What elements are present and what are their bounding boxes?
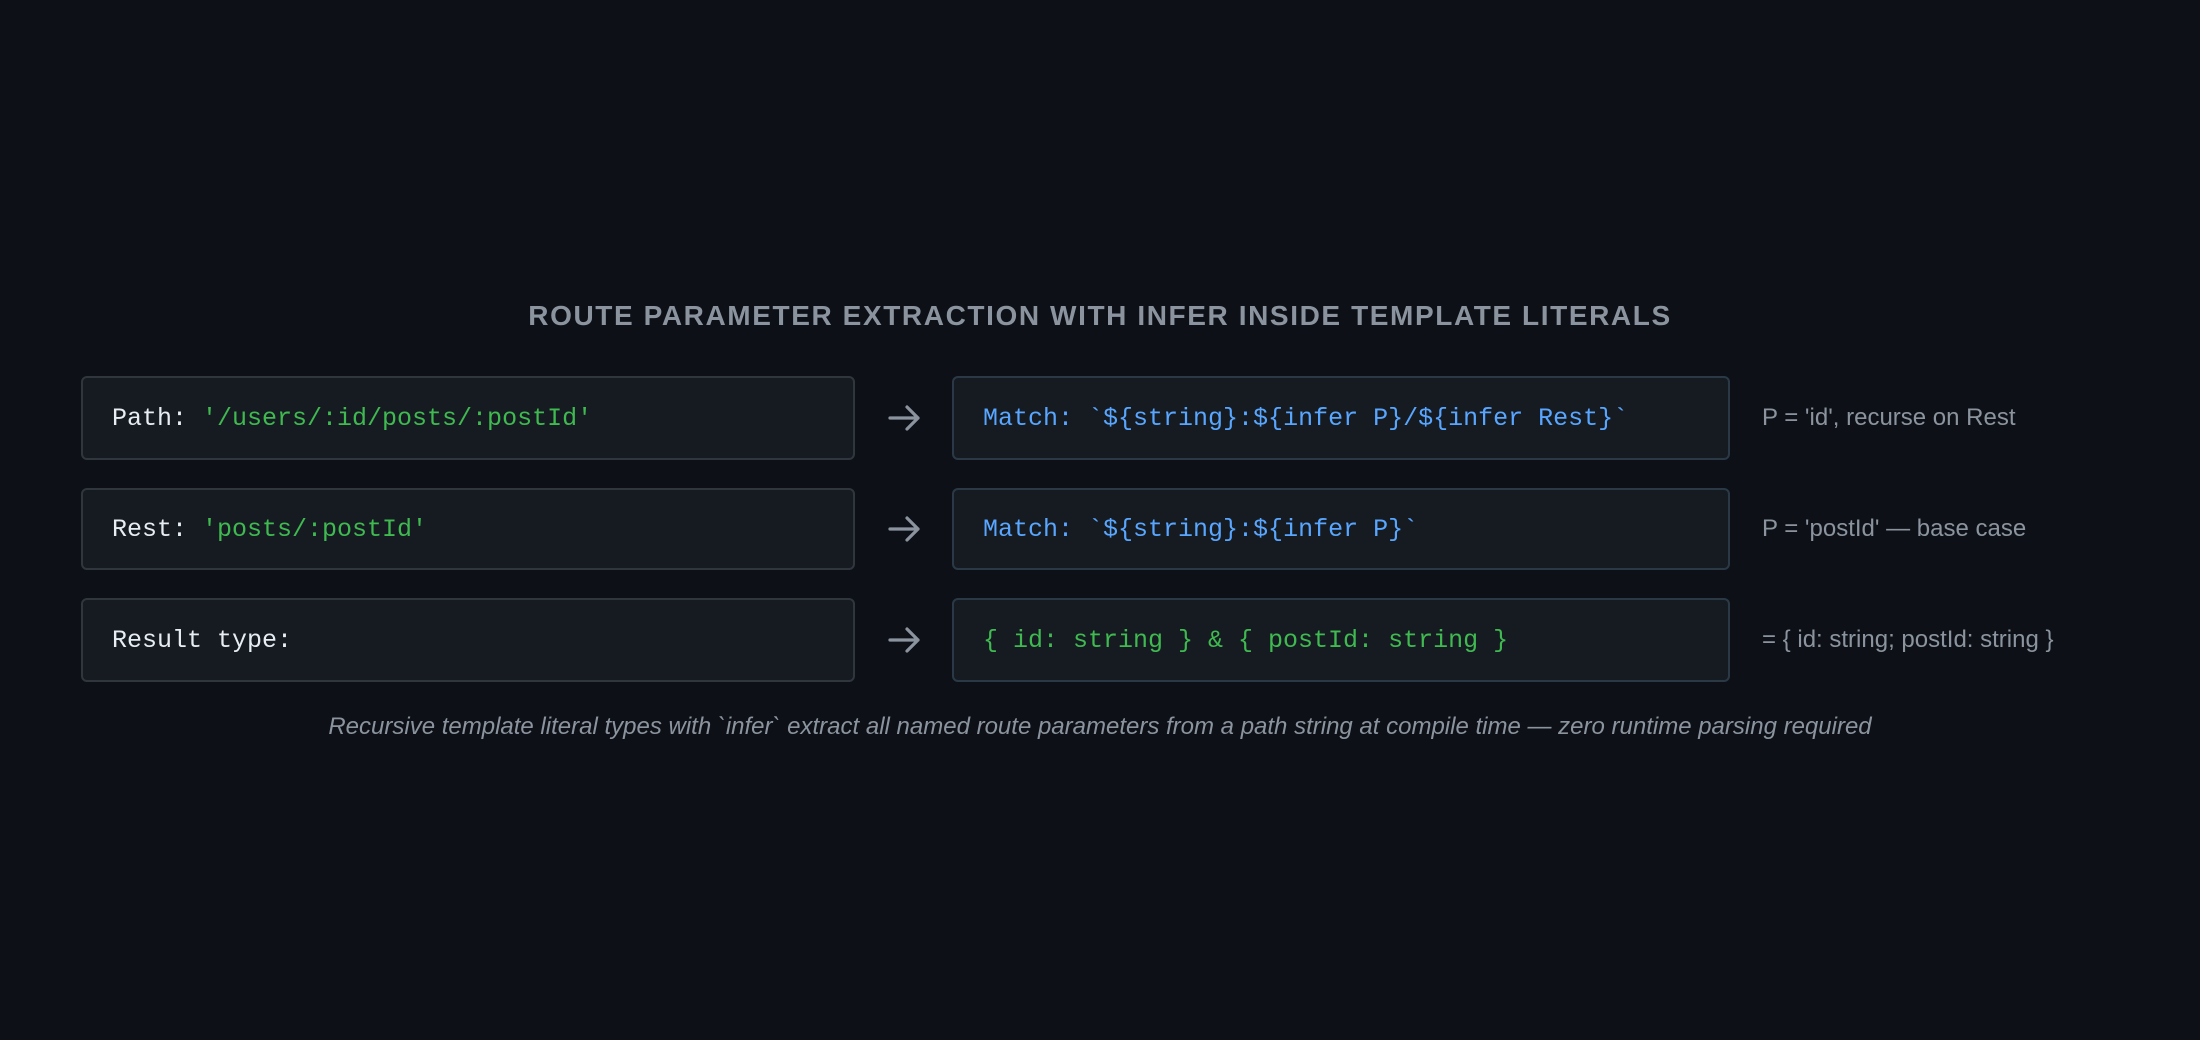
arrow-right-icon <box>888 405 920 431</box>
path-step-note: P = 'id', recurse on Rest <box>1762 404 2016 431</box>
diagram-caption: Recursive template literal types with `i… <box>328 713 1872 740</box>
route-param-diagram: ROUTE PARAMETER EXTRACTION WITH INFER IN… <box>0 0 2200 1040</box>
rest-input-value: 'posts/:postId' <box>202 514 428 544</box>
path-input-value: '/users/:id/posts/:postId' <box>202 403 593 433</box>
diagram-title: ROUTE PARAMETER EXTRACTION WITH INFER IN… <box>528 300 1672 331</box>
path-match-pattern: `${string}:${infer P}/${infer Rest}` <box>1088 403 1629 433</box>
result-type-value: { id: string } & { postId: string } <box>983 625 1509 655</box>
result-step-note: = { id: string; postId: string } <box>1762 626 2054 653</box>
arrow-right-icon <box>888 516 920 542</box>
rest-match-pattern: `${string}:${infer P}` <box>1088 514 1419 544</box>
path-input-box: Path: '/users/:id/posts/:postId' <box>81 376 855 460</box>
path-match-label: Match: <box>983 403 1089 433</box>
result-type-box: { id: string } & { postId: string } <box>952 598 1730 682</box>
result-input-label: Result type: <box>112 625 293 655</box>
rest-match-label: Match: <box>983 514 1089 544</box>
path-input-label: Path: <box>112 403 203 433</box>
result-input-box: Result type: <box>81 598 855 682</box>
rest-step-note: P = 'postId' — base case <box>1762 515 2027 542</box>
rest-input-box: Rest: 'posts/:postId' <box>81 488 855 570</box>
rest-match-box: Match: `${string}:${infer P}` <box>952 488 1730 570</box>
arrow-right-icon <box>888 627 920 653</box>
rest-input-label: Rest: <box>112 514 203 544</box>
path-match-box: Match: `${string}:${infer P}/${infer Res… <box>952 376 1730 460</box>
